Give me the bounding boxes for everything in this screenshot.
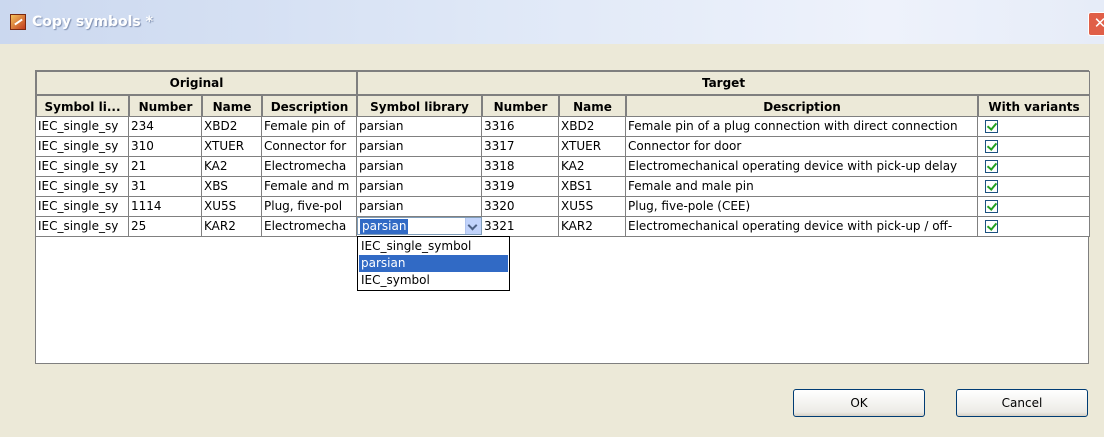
- column-header[interactable]: With variants: [978, 95, 1090, 117]
- with-variants-cell: [978, 197, 1090, 217]
- table-cell[interactable]: KA2: [559, 157, 626, 177]
- table-cell: Electromecha: [262, 157, 357, 177]
- table-cell[interactable]: XU5S: [559, 197, 626, 217]
- table-cell: 21: [129, 157, 202, 177]
- combobox-value: parsian: [360, 219, 409, 234]
- table-cell[interactable]: KAR2: [559, 217, 626, 237]
- with-variants-cell: [978, 217, 1090, 237]
- table-cell: Female and m: [262, 177, 357, 197]
- table-cell[interactable]: Electromechanical operating device with …: [626, 217, 978, 237]
- with-variants-cell: [978, 117, 1090, 137]
- table-cell[interactable]: parsian: [357, 177, 482, 197]
- table-cell[interactable]: XBD2: [559, 117, 626, 137]
- table-cell[interactable]: parsian: [357, 197, 482, 217]
- table-cell[interactable]: 3317: [482, 137, 559, 157]
- with-variants-checkbox[interactable]: [985, 120, 998, 133]
- column-header[interactable]: Name: [202, 95, 262, 117]
- column-header[interactable]: Symbol li...: [36, 95, 129, 117]
- symbols-grid[interactable]: Original Target Symbol li... Number Name Desc…: [35, 70, 1090, 364]
- table-cell: IEC_single_sy: [36, 177, 129, 197]
- column-header[interactable]: Symbol library: [357, 95, 482, 117]
- group-header-target: Target: [357, 71, 1090, 95]
- table-cell: Connector for: [262, 137, 357, 157]
- table-cell[interactable]: Electromechanical operating device with …: [626, 157, 978, 177]
- table-cell: IEC_single_sy: [36, 157, 129, 177]
- dropdown-arrow-icon[interactable]: [465, 218, 481, 234]
- window-title: Copy symbols *: [32, 14, 153, 30]
- dropdown-option[interactable]: IEC_symbol: [359, 272, 508, 289]
- table-cell: Electromecha: [262, 217, 357, 237]
- copy-symbols-dialog: Copy symbols * ✕ Original Target Symbol li…: [0, 0, 1104, 437]
- table-cell: 1114: [129, 197, 202, 217]
- column-header[interactable]: Description: [626, 95, 978, 117]
- column-header[interactable]: Description: [262, 95, 357, 117]
- with-variants-cell: [978, 157, 1090, 177]
- table-cell: IEC_single_sy: [36, 217, 129, 237]
- table-cell: Female pin of: [262, 117, 357, 137]
- cancel-button[interactable]: Cancel: [956, 389, 1088, 417]
- table-cell: 25: [129, 217, 202, 237]
- with-variants-checkbox[interactable]: [985, 160, 998, 173]
- table-cell[interactable]: XBS1: [559, 177, 626, 197]
- column-header[interactable]: Number: [482, 95, 559, 117]
- table-cell: IEC_single_sy: [36, 117, 129, 137]
- table-cell[interactable]: Connector for door: [626, 137, 978, 157]
- table-cell: Plug, five-pol: [262, 197, 357, 217]
- symbol-library-dropdown: IEC_single_symbol parsian IEC_symbol: [357, 236, 510, 291]
- table-cell[interactable]: Plug, five-pole (CEE): [626, 197, 978, 217]
- table-cell: IEC_single_sy: [36, 197, 129, 217]
- column-header[interactable]: Number: [129, 95, 202, 117]
- with-variants-checkbox[interactable]: [985, 140, 998, 153]
- table-cell[interactable]: XTUER: [559, 137, 626, 157]
- table-cell[interactable]: parsian: [357, 117, 482, 137]
- table-cell: KAR2: [202, 217, 262, 237]
- table-cell[interactable]: 3320: [482, 197, 559, 217]
- table-cell: XBD2: [202, 117, 262, 137]
- with-variants-checkbox[interactable]: [985, 180, 998, 193]
- table-cell[interactable]: Female and male pin: [626, 177, 978, 197]
- table-cell: 310: [129, 137, 202, 157]
- symbol-library-combobox[interactable]: parsian: [357, 217, 482, 235]
- app-icon: [10, 14, 26, 30]
- table-cell: XBS: [202, 177, 262, 197]
- table-cell[interactable]: parsian: [357, 137, 482, 157]
- close-icon: ✕: [1093, 14, 1104, 32]
- table-cell: 234: [129, 117, 202, 137]
- column-header[interactable]: Name: [559, 95, 626, 117]
- with-variants-checkbox[interactable]: [985, 220, 998, 233]
- with-variants-cell: [978, 177, 1090, 197]
- table-cell: XTUER: [202, 137, 262, 157]
- close-button[interactable]: ✕: [1088, 12, 1104, 36]
- group-header-original: Original: [36, 71, 357, 95]
- with-variants-checkbox[interactable]: [985, 200, 998, 213]
- table-cell: IEC_single_sy: [36, 137, 129, 157]
- table-cell[interactable]: parsian: [357, 157, 482, 177]
- table-cell[interactable]: 3319: [482, 177, 559, 197]
- with-variants-cell: [978, 137, 1090, 157]
- dropdown-option[interactable]: IEC_single_symbol: [359, 238, 508, 255]
- table-cell: 31: [129, 177, 202, 197]
- table-cell: XU5S: [202, 197, 262, 217]
- table-cell: KA2: [202, 157, 262, 177]
- table-cell[interactable]: 3316: [482, 117, 559, 137]
- title-bar[interactable]: Copy symbols * ✕: [0, 0, 1104, 44]
- table-cell[interactable]: Female pin of a plug connection with dir…: [626, 117, 978, 137]
- dropdown-option[interactable]: parsian: [359, 255, 508, 272]
- table-cell[interactable]: 3318: [482, 157, 559, 177]
- ok-button[interactable]: OK: [793, 389, 925, 417]
- table-cell[interactable]: 3321: [482, 217, 559, 237]
